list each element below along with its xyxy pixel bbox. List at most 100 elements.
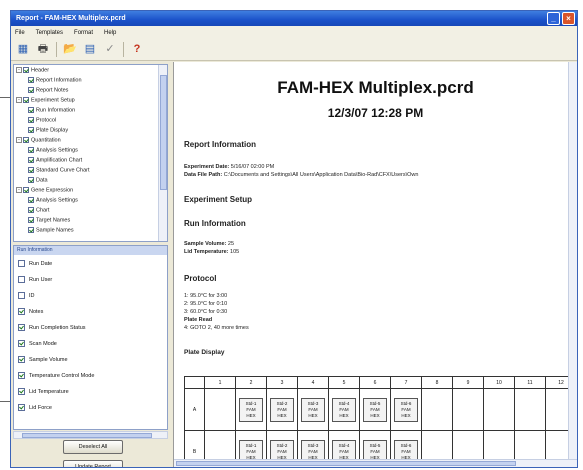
close-button[interactable]: × (562, 12, 575, 25)
tree-item[interactable]: Run Information (28, 107, 75, 114)
tree-item-checkbox[interactable] (28, 127, 34, 133)
minimize-button[interactable]: _ (547, 12, 560, 25)
export-icon[interactable]: ▤ (81, 41, 99, 59)
tree-item-label: Chart (36, 207, 50, 214)
tree-item[interactable]: Amplification Chart (28, 157, 82, 164)
collapse-toggle-icon[interactable]: - (16, 67, 22, 73)
check-icon[interactable]: ✓ (101, 41, 119, 59)
option-item[interactable]: Lid Temperature (18, 388, 69, 397)
tree-item[interactable]: Data (28, 177, 48, 184)
plate-column-header: 2 (235, 376, 267, 389)
option-item[interactable]: Run Date (18, 260, 52, 269)
well-content: Std-1 FAM HEX (239, 397, 263, 422)
option-item[interactable]: Run User (18, 276, 52, 285)
tree-vertical-scrollbar[interactable] (158, 65, 167, 241)
tree-item[interactable]: Sample Names (28, 227, 74, 234)
option-checkbox[interactable] (18, 356, 25, 364)
tree-item[interactable]: Analysis Settings (28, 197, 78, 204)
tree-item-label: Protocol (36, 117, 57, 124)
collapse-toggle-icon[interactable]: - (16, 187, 22, 193)
tree-item-checkbox[interactable] (23, 97, 29, 103)
plate-display-table: 1 2 3 4 5 6 7 8 9 10 11 12 A Std-1 FAM HEX Std-2 FAM HEX St… (184, 376, 577, 467)
tree-item[interactable]: Target Names (28, 217, 70, 224)
tree-item-checkbox[interactable] (28, 207, 34, 213)
print-icon[interactable]: 🖶 (34, 41, 52, 59)
plate-well (204, 388, 236, 431)
report-horizontal-scrollbar[interactable] (174, 459, 577, 467)
well-content: Std-6 FAM HEX (394, 397, 418, 422)
tree-item-checkbox[interactable] (28, 147, 34, 153)
option-checkbox[interactable] (18, 404, 25, 412)
options-horizontal-scrollbar[interactable] (13, 431, 168, 439)
save-icon[interactable]: ▦ (14, 41, 32, 59)
tree-item-checkbox[interactable] (23, 187, 29, 193)
option-item[interactable]: Run Completion Status (18, 324, 86, 333)
tree-item-label: Data (36, 177, 48, 184)
option-item[interactable]: ID (18, 292, 35, 301)
menu-format[interactable]: Format (74, 30, 93, 36)
tree-item-label: Experiment Setup (31, 97, 75, 104)
tree-item-checkbox[interactable] (28, 197, 34, 203)
tree-item[interactable]: Report Notes (28, 87, 68, 94)
option-item[interactable]: Scan Mode (18, 340, 57, 349)
options-scroll-thumb[interactable] (22, 433, 152, 438)
sample-volume-label: Sample Volume: (184, 241, 227, 247)
collapse-toggle-icon[interactable]: - (16, 137, 22, 143)
option-item[interactable]: Lid Force (18, 404, 52, 413)
option-checkbox[interactable] (18, 292, 25, 300)
menu-templates[interactable]: Templates (36, 30, 63, 36)
plate-column-header: 5 (328, 376, 360, 389)
menu-help[interactable]: Help (104, 30, 116, 36)
tree-item[interactable]: - Experiment Setup (16, 97, 75, 104)
option-item[interactable]: Temperature Control Mode (18, 372, 94, 381)
option-label: Run Completion Status (29, 325, 86, 331)
tree-item-checkbox[interactable] (28, 167, 34, 173)
window-title: Report - FAM-HEX Multiplex.pcrd (16, 15, 126, 22)
tree-item[interactable]: Protocol (28, 117, 56, 124)
tree-item[interactable]: - Gene Expression (16, 187, 73, 194)
tree-item-checkbox[interactable] (28, 77, 34, 83)
report-vertical-scrollbar[interactable] (568, 62, 577, 459)
tree-scroll-thumb[interactable] (160, 75, 167, 190)
tree-item[interactable]: - Quantitation (16, 137, 61, 144)
deselect-all-button[interactable]: Deselect All (63, 440, 123, 454)
tree-item[interactable]: - Header (16, 67, 49, 74)
update-report-button[interactable]: Update Report (63, 460, 123, 467)
report-datetime: 12/3/07 12:28 PM (327, 106, 424, 120)
report-scroll-thumb[interactable] (176, 461, 516, 466)
tree-item-checkbox[interactable] (28, 217, 34, 223)
open-folder-icon[interactable]: 📂 (61, 41, 79, 59)
option-checkbox[interactable] (18, 340, 25, 348)
tree-item-checkbox[interactable] (28, 177, 34, 183)
tree-item-label: Gene Expression (31, 187, 74, 194)
plate-column-header: 3 (266, 376, 298, 389)
tree-item[interactable]: Plate Display (28, 127, 68, 134)
option-checkbox[interactable] (18, 324, 25, 332)
option-checkbox[interactable] (18, 372, 25, 380)
tree-item-checkbox[interactable] (28, 157, 34, 163)
tree-item-checkbox[interactable] (28, 87, 34, 93)
option-checkbox[interactable] (18, 388, 25, 396)
option-item[interactable]: Notes (18, 308, 43, 317)
tree-item-checkbox[interactable] (23, 67, 29, 73)
tree-item-checkbox[interactable] (28, 227, 34, 233)
title-bar[interactable]: Report - FAM-HEX Multiplex.pcrd _ × (11, 11, 577, 26)
plate-corner-cell (184, 376, 205, 389)
tree-item[interactable]: Report Information (28, 77, 82, 84)
option-checkbox[interactable] (18, 308, 25, 316)
tree-item[interactable]: Chart (28, 207, 49, 214)
tree-item-checkbox[interactable] (28, 107, 34, 113)
option-checkbox[interactable] (18, 276, 25, 284)
tree-item-checkbox[interactable] (28, 117, 34, 123)
option-checkbox[interactable] (18, 260, 25, 268)
tree-item[interactable]: Standard Curve Chart (28, 167, 90, 174)
option-label: Run Date (29, 261, 53, 267)
collapse-toggle-icon[interactable]: - (16, 97, 22, 103)
tree-item[interactable]: Analysis Settings (28, 147, 78, 154)
help-icon[interactable]: ? (128, 41, 146, 59)
well-content: Std-5 FAM HEX (363, 397, 387, 422)
menu-file[interactable]: File (15, 30, 25, 36)
plate-display-heading: Plate Display (184, 349, 225, 356)
option-item[interactable]: Sample Volume (18, 356, 68, 365)
tree-item-checkbox[interactable] (23, 137, 29, 143)
